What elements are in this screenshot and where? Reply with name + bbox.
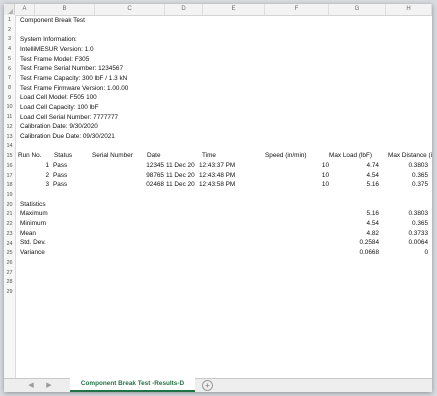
row-header-26[interactable]: 26	[4, 259, 15, 269]
result-date[interactable]: 11 Dec 20	[166, 180, 195, 190]
result-time[interactable]: 12:43:58 PM	[199, 180, 235, 190]
row-header-22[interactable]: 22	[4, 220, 15, 230]
sheet-tab-results[interactable]: Component Break Test -Results-D	[70, 378, 195, 392]
row-header-16[interactable]: 16	[4, 162, 15, 172]
stat-distance[interactable]: 0.0064	[386, 238, 428, 248]
row-header-1[interactable]: 1	[4, 16, 15, 26]
stat-label[interactable]: Maximum	[20, 209, 48, 219]
row-header-21[interactable]: 21	[4, 210, 15, 220]
row-header-13[interactable]: 13	[4, 133, 15, 143]
row-header-15[interactable]: 15	[4, 152, 15, 162]
column-header-f[interactable]: F	[265, 4, 329, 15]
column-header-d[interactable]: D	[165, 4, 203, 15]
row-header-23[interactable]: 23	[4, 230, 15, 240]
result-status[interactable]: Pass	[53, 180, 67, 190]
result-time[interactable]: 12:43:37 PM	[199, 161, 235, 171]
row-header-10[interactable]: 10	[4, 103, 15, 113]
results-header-serial-number[interactable]: Serial Number	[92, 151, 133, 161]
add-sheet-icon[interactable]: +	[202, 380, 213, 391]
sheet-title-cell[interactable]: Component Break Test	[20, 16, 85, 26]
select-all-corner[interactable]	[4, 4, 15, 15]
column-header-e[interactable]: E	[203, 4, 265, 15]
system-info-cell[interactable]: Test Frame Serial Number: 1234567	[20, 64, 123, 74]
result-run-no[interactable]: 3	[36, 180, 49, 190]
system-info-cell[interactable]: Calibration Due Date: 09/30/2021	[20, 132, 115, 142]
row-header-2[interactable]: 2	[4, 26, 15, 36]
column-header-b[interactable]: B	[35, 4, 95, 15]
row-header-27[interactable]: 27	[4, 269, 15, 279]
result-serial-number[interactable]: 02468	[116, 180, 164, 190]
results-header-max-load[interactable]: Max Load (lbF)	[329, 151, 372, 161]
stat-distance[interactable]: 0	[386, 248, 428, 258]
row-header-11[interactable]: 11	[4, 113, 15, 123]
result-speed[interactable]: 10	[276, 180, 329, 190]
system-info-cell[interactable]: Load Cell Model: F505 100	[20, 93, 97, 103]
column-header-c[interactable]: C	[95, 4, 165, 15]
stat-distance[interactable]: 0.365	[386, 219, 428, 229]
results-header-max-distance[interactable]: Max Distance (in)	[388, 151, 432, 161]
system-info-cell[interactable]: Calibration Date: 9/30/2020	[20, 122, 98, 132]
result-max-distance[interactable]: 0.3803	[386, 161, 428, 171]
stat-load[interactable]: 5.16	[326, 209, 379, 219]
stat-label[interactable]: Std. Dev.	[20, 238, 46, 248]
column-header-a[interactable]: A	[15, 4, 35, 15]
row-header-9[interactable]: 9	[4, 94, 15, 104]
row-header-bar: 1 2 3 4 5 6 7 8 9 10 11 12 13 14 15 16 17 18 19 20 21 22 23 24 2…	[4, 15, 16, 378]
stat-label[interactable]: Variance	[20, 248, 45, 258]
result-max-distance[interactable]: 0.375	[386, 180, 428, 190]
row-header-29[interactable]: 29	[4, 288, 15, 298]
results-header-date[interactable]: Date	[147, 151, 161, 161]
result-max-load[interactable]: 4.74	[326, 161, 379, 171]
row-header-7[interactable]: 7	[4, 74, 15, 84]
row-header-6[interactable]: 6	[4, 65, 15, 75]
result-max-load[interactable]: 5.16	[326, 180, 379, 190]
result-status[interactable]: Pass	[53, 161, 67, 171]
previous-sheet-icon[interactable]: ◀	[26, 381, 36, 391]
row-header-8[interactable]: 8	[4, 84, 15, 94]
column-header-g[interactable]: G	[329, 4, 386, 15]
row-header-4[interactable]: 4	[4, 45, 15, 55]
sheet-tab-bar: ◀ ▶ Component Break Test -Results-D +	[4, 378, 432, 392]
row-header-3[interactable]: 3	[4, 35, 15, 45]
system-info-cell[interactable]: Test Frame Capacity: 300 lbF / 1.3 kN	[20, 74, 127, 84]
stat-load[interactable]: 0.0668	[326, 248, 379, 258]
results-header-speed[interactable]: Speed (in/min)	[265, 151, 307, 161]
row-header-25[interactable]: 25	[4, 249, 15, 259]
results-header-status[interactable]: Status	[54, 151, 72, 161]
result-date[interactable]: 11 Dec 20	[166, 161, 195, 171]
system-info-cell[interactable]: Load Cell Capacity: 100 lbF	[20, 103, 99, 113]
row-header-24[interactable]: 24	[4, 240, 15, 250]
row-header-18[interactable]: 18	[4, 181, 15, 191]
result-speed[interactable]: 10	[276, 161, 329, 171]
stat-load[interactable]: 0.2584	[326, 238, 379, 248]
result-serial-number[interactable]: 12345	[116, 161, 164, 171]
cell-grid[interactable]: Component Break Test System Information:…	[16, 15, 432, 378]
row-header-19[interactable]: 19	[4, 191, 15, 201]
stat-load[interactable]: 4.54	[326, 219, 379, 229]
column-header-h[interactable]: H	[386, 4, 432, 15]
row-header-28[interactable]: 28	[4, 278, 15, 288]
row-header-17[interactable]: 17	[4, 172, 15, 182]
next-sheet-icon[interactable]: ▶	[44, 381, 54, 391]
system-info-cell[interactable]: System Information:	[20, 35, 77, 45]
stat-distance[interactable]: 0.3803	[386, 209, 428, 219]
row-header-5[interactable]: 5	[4, 55, 15, 65]
result-run-no[interactable]: 1	[36, 161, 49, 171]
system-info-cell[interactable]: IntelliMESUR Version: 1.0	[20, 45, 94, 55]
results-header-run-no[interactable]: Run No.	[18, 151, 41, 161]
spreadsheet: A B C D E F G H 1 2 3 4 5 6 7 8 9 10 11 12 13 14 15 16 1…	[4, 4, 432, 392]
results-header-time[interactable]: Time	[202, 151, 216, 161]
row-header-12[interactable]: 12	[4, 123, 15, 133]
row-header-14[interactable]: 14	[4, 142, 15, 152]
stat-label[interactable]: Minimum	[20, 219, 46, 229]
row-header-20[interactable]: 20	[4, 201, 15, 211]
